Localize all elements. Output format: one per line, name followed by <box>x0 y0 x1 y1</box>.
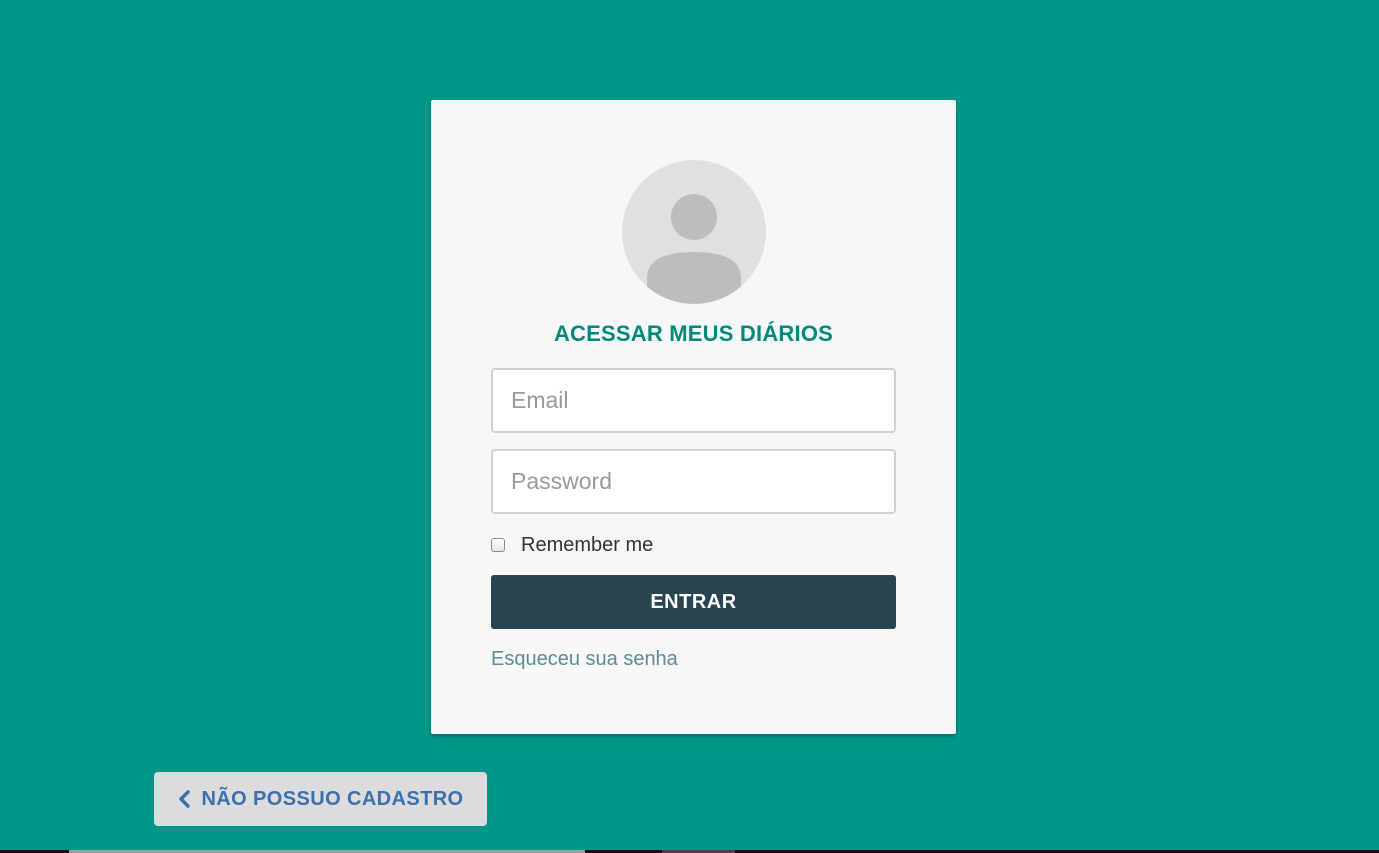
no-account-button[interactable]: NÃO POSSUO CADASTRO <box>154 772 487 826</box>
no-account-label: NÃO POSSUO CADASTRO <box>201 787 464 810</box>
page-title: ACESSAR MEUS DIÁRIOS <box>553 321 834 346</box>
remember-me-label[interactable]: Remember me <box>521 534 653 557</box>
login-card: ACESSAR MEUS DIÁRIOS Remember me ENTRAR … <box>431 100 956 734</box>
password-field[interactable] <box>491 449 896 514</box>
forgot-password-link[interactable]: Esqueceu sua senha <box>491 648 678 671</box>
remember-me-checkbox[interactable] <box>491 538 505 552</box>
login-button[interactable]: ENTRAR <box>491 575 896 629</box>
user-avatar-icon <box>622 160 766 304</box>
remember-me-row: Remember me <box>491 533 653 557</box>
chevron-left-icon <box>177 789 193 809</box>
email-field[interactable] <box>491 368 896 433</box>
